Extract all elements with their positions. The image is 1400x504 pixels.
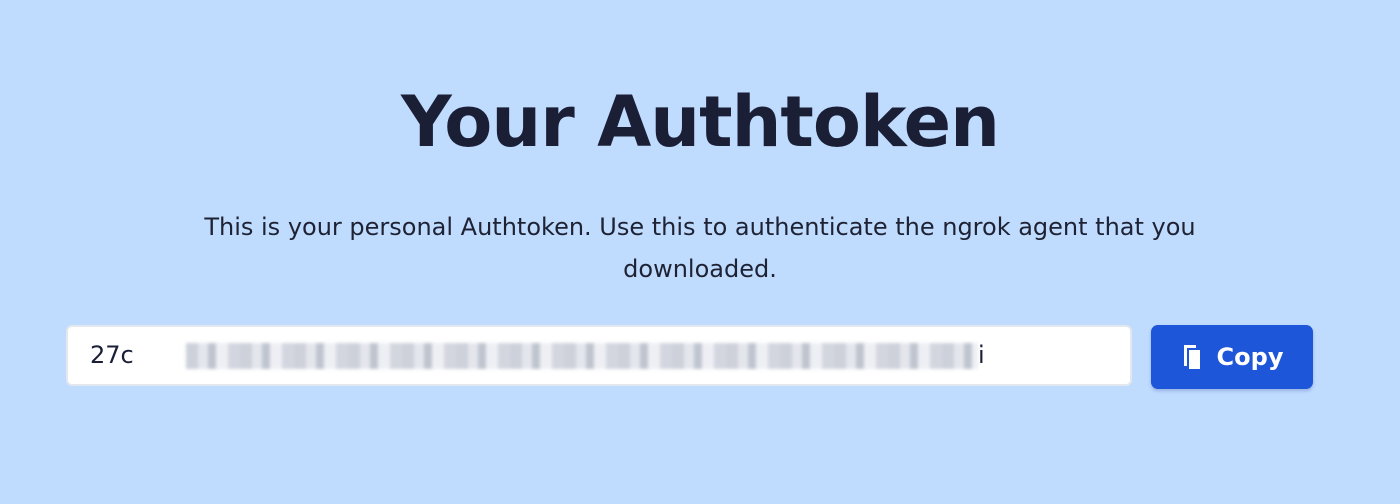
authtoken-visible-prefix: 27c [90,341,134,369]
copy-button-label: Copy [1216,343,1284,371]
page-title: Your Authtoken [401,81,1000,163]
authtoken-visible-suffix: i [978,341,985,369]
authtoken-redacted-blur [186,343,978,369]
page-description: This is your personal Authtoken. Use thi… [204,213,1196,283]
copy-button[interactable]: Copy [1151,325,1313,389]
authtoken-field[interactable]: 27c i [66,325,1132,386]
copy-icon [1181,343,1203,371]
